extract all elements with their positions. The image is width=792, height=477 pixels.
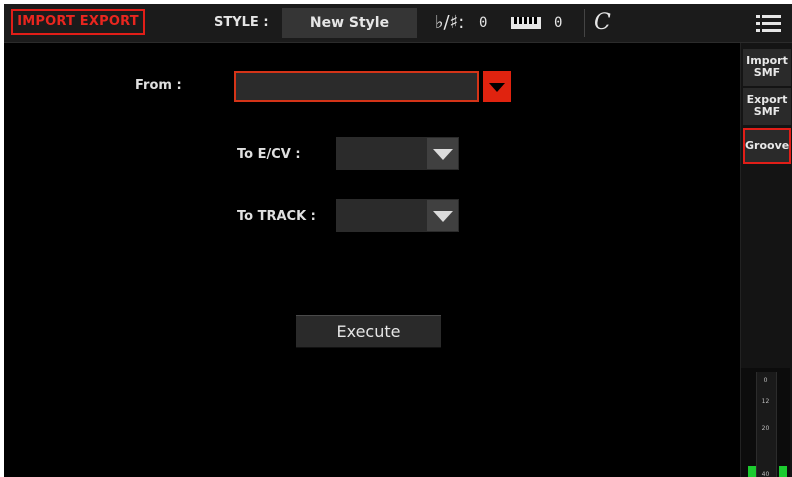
from-field[interactable] — [234, 71, 479, 102]
tab-import-smf-line2: SMF — [753, 66, 781, 79]
to-track-select[interactable] — [336, 199, 459, 232]
header-divider — [584, 9, 585, 37]
meter-bar-right — [779, 466, 787, 477]
to-track-label: To TRACK : — [237, 209, 316, 224]
level-meter: 0 12 20 40 — [741, 368, 790, 477]
keyboard-icon — [511, 17, 541, 29]
hamburger-menu-icon[interactable] — [756, 15, 781, 32]
meter-tick-0: 0 — [763, 377, 768, 384]
page-title[interactable]: IMPORT EXPORT — [11, 9, 145, 35]
from-label: From : — [135, 78, 182, 93]
meter-bar-left — [748, 466, 756, 477]
tab-export-smf-line2: SMF — [753, 105, 781, 118]
execute-button[interactable]: Execute — [296, 315, 441, 348]
header-bar: IMPORT EXPORT STYLE : New Style ♭/♯: 0 0… — [4, 4, 792, 43]
meter-tick-12: 12 — [761, 398, 770, 405]
key-signature-value[interactable]: 0 — [479, 4, 487, 42]
tab-import-smf[interactable]: Import SMF — [743, 49, 791, 86]
to-track-dropdown-arrow-icon[interactable] — [427, 200, 458, 231]
to-ecv-select[interactable] — [336, 137, 459, 170]
meter-tick-40: 40 — [761, 471, 770, 477]
tab-groove[interactable]: Groove — [743, 128, 791, 164]
key-signature-icon: ♭/♯: — [435, 12, 465, 33]
time-signature-icon: C — [594, 10, 611, 35]
style-label: STYLE : — [214, 15, 269, 30]
screen: IMPORT EXPORT STYLE : New Style ♭/♯: 0 0… — [4, 4, 792, 477]
from-dropdown-arrow-icon[interactable] — [483, 71, 511, 102]
tab-groove-line1: Groove — [745, 139, 790, 152]
meter-tick-20: 20 — [761, 425, 770, 432]
tab-export-smf[interactable]: Export SMF — [743, 88, 791, 125]
to-ecv-dropdown-arrow-icon[interactable] — [427, 138, 458, 169]
style-name-field[interactable]: New Style — [282, 8, 417, 38]
to-ecv-label: To E/CV : — [237, 147, 301, 162]
transpose-value[interactable]: 0 — [554, 4, 562, 42]
